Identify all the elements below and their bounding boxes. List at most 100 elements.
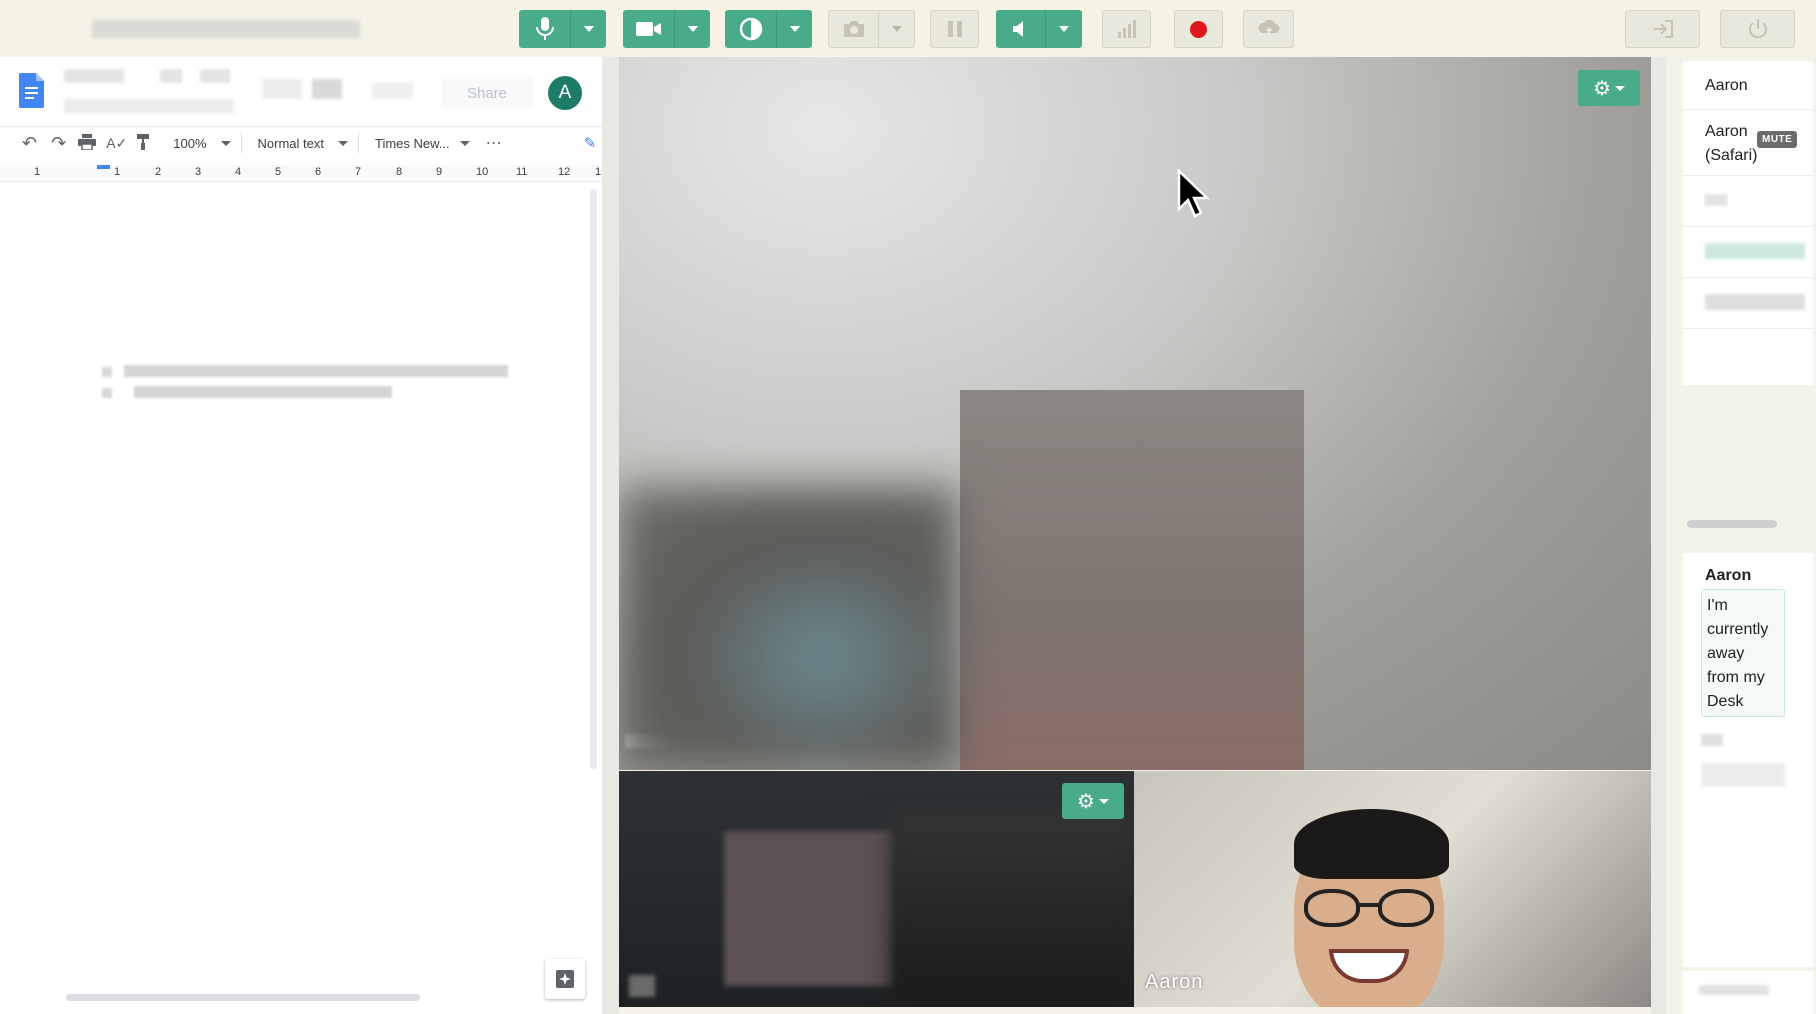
- contrast-button[interactable]: [725, 10, 812, 48]
- ruler-tick-label: 1: [34, 166, 41, 178]
- chat-blurred-message: [1701, 763, 1785, 787]
- camera-dropdown-chevron-icon[interactable]: [674, 10, 710, 48]
- contrast-dropdown-chevron-icon[interactable]: [776, 10, 812, 48]
- edit-mode-pencil-icon[interactable]: ✎: [584, 134, 597, 152]
- mic-button[interactable]: [519, 10, 606, 48]
- font-select[interactable]: Times New...: [375, 136, 470, 151]
- snapshot-button[interactable]: [828, 10, 915, 48]
- participant-name: Aaron: [1705, 77, 1748, 94]
- menu-bar-blurred[interactable]: [64, 99, 234, 113]
- ruler-tick-label: 10: [476, 166, 489, 178]
- paint-format-icon[interactable]: [137, 133, 151, 153]
- snapshot-dropdown-chevron-icon[interactable]: [878, 11, 914, 47]
- chevron-down-icon: [459, 140, 470, 146]
- bottom-left-video-feed[interactable]: ⚙: [619, 771, 1134, 1007]
- star-icon[interactable]: [160, 69, 182, 83]
- main-video-feed[interactable]: ⚙: [619, 57, 1651, 770]
- chevron-down-icon: [1614, 85, 1625, 91]
- sidebar-gutter: [1651, 57, 1666, 1014]
- glasses: [1304, 889, 1436, 929]
- gear-icon: ⚙: [1593, 77, 1611, 100]
- redo-icon[interactable]: ↷: [51, 133, 66, 154]
- ruler-tick-label: 9: [436, 166, 443, 178]
- exit-button[interactable]: [1625, 10, 1700, 48]
- ruler-tick-label: 2: [155, 166, 162, 178]
- sidebar-scrollbar[interactable]: [1687, 520, 1777, 528]
- undo-icon[interactable]: ↶: [22, 133, 37, 154]
- style-value: Normal text: [257, 135, 324, 151]
- docs-format-toolbar: ↶ ↷ A✓ 100% Normal text Times New... ⋯ ✎: [0, 126, 602, 159]
- speaker-dropdown-chevron-icon[interactable]: [1045, 10, 1082, 48]
- folder-icon[interactable]: [200, 69, 230, 83]
- speaker-button[interactable]: [996, 10, 1082, 48]
- zoom-value: 100%: [173, 135, 207, 151]
- spellcheck-icon[interactable]: A✓: [106, 135, 127, 152]
- participant-item[interactable]: Aaron: [1683, 61, 1813, 110]
- share-button[interactable]: Share: [441, 77, 533, 109]
- bottom-right-video-feed[interactable]: Aaron: [1134, 771, 1651, 1007]
- pane-divider[interactable]: [602, 57, 619, 1014]
- right-sidebar: Aaron Aaron (Safari) MUTE Aaron I'm curr…: [1666, 57, 1816, 1014]
- last-edit-blurred[interactable]: [372, 83, 414, 99]
- ruler-tick-label: 11: [516, 166, 528, 178]
- participant-item-blurred[interactable]: [1683, 278, 1813, 329]
- mic-dropdown-chevron-icon[interactable]: [570, 10, 606, 48]
- docs-header: Share A: [0, 57, 602, 125]
- chat-input-blurred[interactable]: [1683, 971, 1813, 1014]
- bullet-point: [102, 388, 112, 398]
- account-avatar[interactable]: A: [548, 76, 582, 110]
- bottom-right-video-label: Aaron: [1145, 971, 1204, 993]
- comment-icon[interactable]: [262, 79, 302, 99]
- chevron-down-icon: [337, 140, 348, 146]
- docs-logo-icon[interactable]: [19, 73, 44, 108]
- screen-share-button[interactable]: [1243, 10, 1294, 48]
- chevron-down-icon: [220, 140, 231, 146]
- docs-scrollbar[interactable]: [590, 189, 597, 769]
- power-button[interactable]: [1720, 10, 1795, 48]
- explore-button[interactable]: [545, 959, 585, 999]
- bullet-text-blurred: [134, 386, 392, 398]
- stats-button[interactable]: [1102, 10, 1151, 48]
- horizontal-scrollbar[interactable]: [66, 994, 420, 1001]
- paragraph-style-select[interactable]: Normal text: [258, 136, 348, 151]
- camera-button[interactable]: [623, 10, 710, 48]
- ruler-tick-label: 1: [114, 166, 121, 178]
- ruler-tick-label: 3: [195, 166, 202, 178]
- speaker-icon: [996, 10, 1045, 48]
- participant-list: Aaron Aaron (Safari) MUTE: [1683, 61, 1813, 385]
- participant-item-blurred[interactable]: [1683, 227, 1813, 278]
- main-video-settings-button[interactable]: ⚙: [1578, 70, 1640, 106]
- ruler-tick-label: 12: [558, 166, 571, 178]
- pause-button[interactable]: [930, 10, 979, 48]
- chat-sender: Aaron: [1705, 567, 1752, 584]
- record-button[interactable]: [1174, 10, 1223, 48]
- microphone-icon: [519, 10, 570, 48]
- ruler-tick-label: 8: [396, 166, 403, 178]
- font-value: Times New...: [374, 135, 450, 151]
- participant-item[interactable]: Aaron (Safari) MUTE: [1683, 110, 1813, 176]
- chevron-down-icon: [1098, 798, 1109, 804]
- mute-badge: MUTE: [1757, 131, 1798, 148]
- bullet-point: [102, 367, 112, 377]
- participant-name: Aaron (Safari): [1705, 123, 1758, 164]
- print-icon[interactable]: [78, 133, 97, 153]
- video-camera-icon: [623, 10, 674, 48]
- gear-icon: ⚙: [1077, 790, 1095, 813]
- window-title-blurred: [92, 20, 360, 38]
- indent-marker[interactable]: [97, 165, 110, 169]
- docs-pane: Share A ↶ ↷ A✓ 100% Normal text Times Ne…: [0, 57, 602, 1014]
- top-toolbar: [0, 0, 1816, 56]
- participant-hair: [1294, 809, 1449, 879]
- bottom-left-label-blurred: [629, 975, 655, 997]
- mouse-cursor-icon: [1177, 168, 1211, 226]
- participant-item-blurred[interactable]: [1683, 176, 1813, 227]
- zoom-select[interactable]: 100%: [173, 135, 231, 151]
- bottom-left-settings-button[interactable]: ⚙: [1062, 783, 1124, 819]
- more-options-icon[interactable]: ⋯: [486, 133, 502, 153]
- docs-page[interactable]: [0, 199, 585, 999]
- doc-title-blurred[interactable]: [64, 69, 124, 83]
- docs-ruler[interactable]: 1 1 2 3 4 5 6 7 8 9 10 11 12 1: [0, 165, 602, 182]
- present-icon[interactable]: [312, 79, 342, 99]
- ruler-tick-label: 5: [275, 166, 282, 178]
- participant-face-blurred: [724, 831, 894, 986]
